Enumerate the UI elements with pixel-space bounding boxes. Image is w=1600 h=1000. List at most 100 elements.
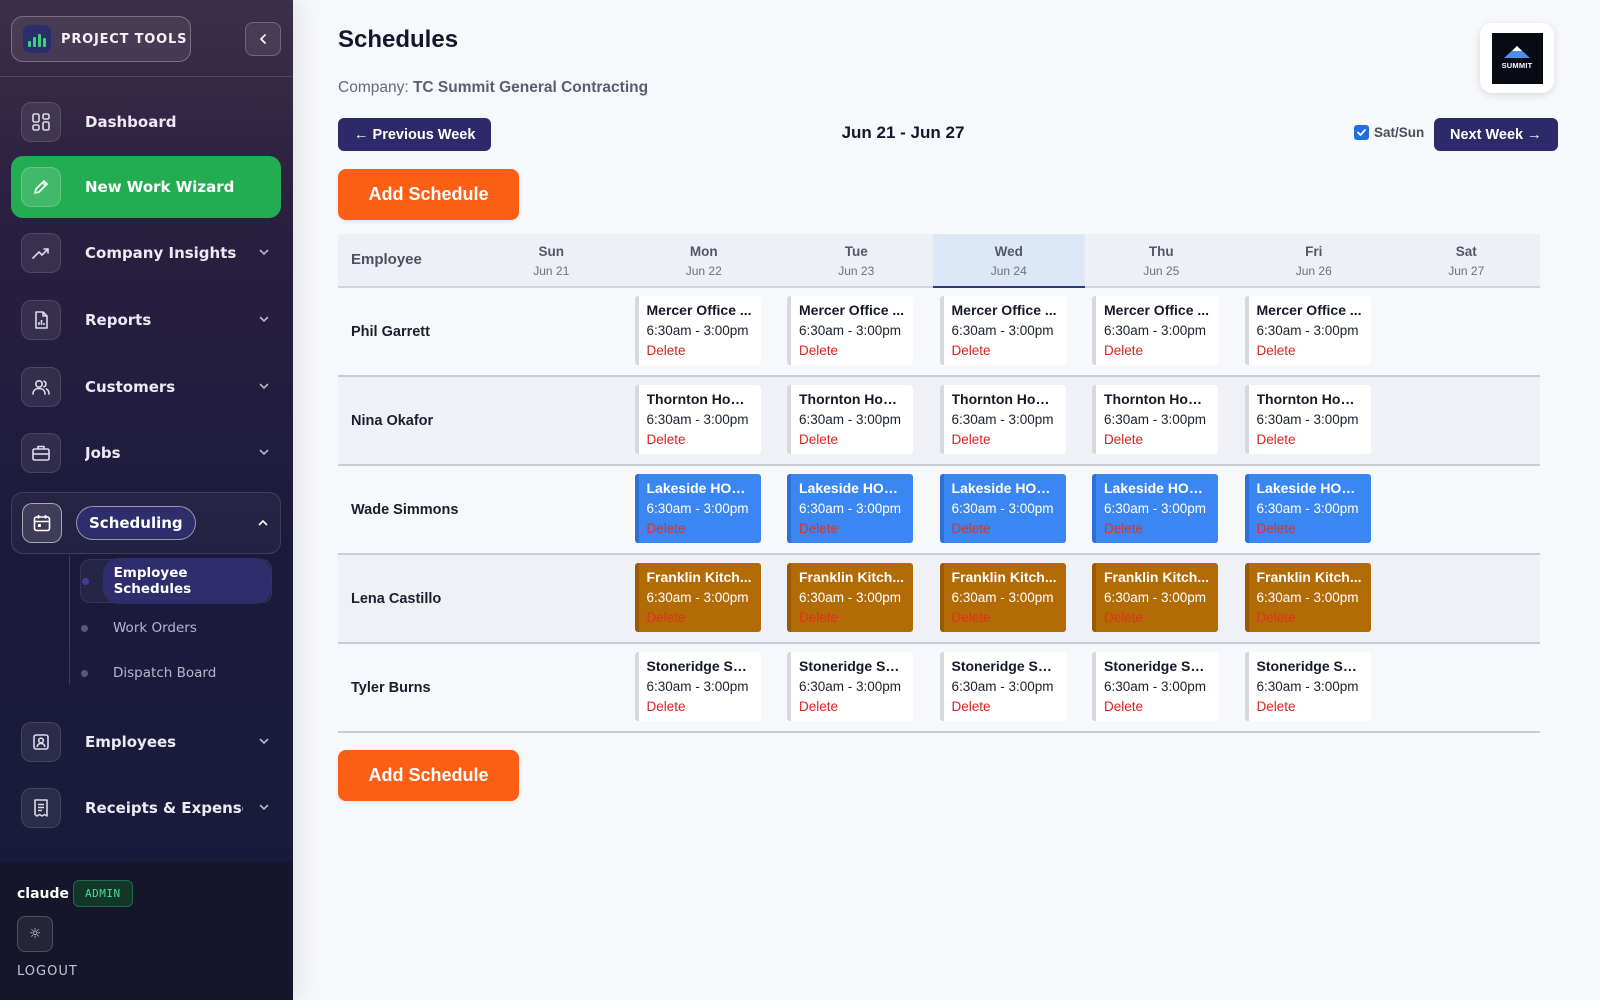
schedule-card[interactable]: Lakeside HOA ... 6:30am - 3:00pm Delete bbox=[634, 474, 761, 543]
schedule-time: 6:30am - 3:00pm bbox=[1104, 501, 1207, 516]
satsun-checkbox[interactable] bbox=[1354, 125, 1369, 140]
schedule-time: 6:30am - 3:00pm bbox=[1256, 590, 1359, 605]
previous-week-button[interactable]: ← Previous Week bbox=[338, 118, 492, 151]
schedule-card[interactable]: Thornton Hom... 6:30am - 3:00pm Delete bbox=[787, 385, 913, 454]
schedule-card[interactable]: Mercer Office ... 6:30am - 3:00pm Delete bbox=[787, 296, 913, 365]
delete-schedule-link[interactable]: Delete bbox=[647, 343, 686, 358]
sidebar-item-label: Customers bbox=[85, 378, 176, 396]
sidebar-subitem-work-orders[interactable]: Work Orders bbox=[80, 606, 272, 650]
add-schedule-button-top[interactable]: Add Schedule bbox=[338, 169, 519, 220]
delete-schedule-link[interactable]: Delete bbox=[952, 343, 991, 358]
sidebar-item-jobs[interactable]: Jobs bbox=[11, 422, 281, 484]
delete-schedule-link[interactable]: Delete bbox=[1104, 699, 1143, 714]
delete-schedule-link[interactable]: Delete bbox=[799, 432, 838, 447]
schedule-card[interactable]: Franklin Kitch... 6:30am - 3:00pm Delete bbox=[634, 563, 761, 632]
delete-schedule-link[interactable]: Delete bbox=[647, 610, 686, 625]
satsun-label: Sat/Sun bbox=[1374, 125, 1425, 140]
schedule-time: 6:30am - 3:00pm bbox=[799, 679, 902, 694]
schedule-job-title: Franklin Kitch... bbox=[1256, 569, 1362, 585]
logout-link[interactable]: LOGOUT bbox=[17, 964, 78, 979]
delete-schedule-link[interactable]: Delete bbox=[1257, 343, 1296, 358]
delete-schedule-link[interactable]: Delete bbox=[1104, 432, 1143, 447]
receipt-icon bbox=[21, 788, 61, 828]
sidebar-item-new-work-wizard[interactable]: New Work Wizard bbox=[11, 156, 281, 218]
dashboard-grid-icon bbox=[21, 102, 61, 142]
schedule-card[interactable]: Mercer Office ... 6:30am - 3:00pm Delete bbox=[939, 296, 1066, 365]
brand-button[interactable]: PROJECT TOOLS bbox=[11, 16, 191, 62]
schedule-card[interactable]: Stoneridge Sp... 6:30am - 3:00pm Delete bbox=[1092, 652, 1218, 721]
delete-schedule-link[interactable]: Delete bbox=[1104, 521, 1143, 536]
sidebar-item-scheduling[interactable]: Scheduling bbox=[11, 492, 281, 554]
schedule-time: 6:30am - 3:00pm bbox=[646, 590, 749, 605]
sidebar-item-company-insights[interactable]: Company Insights bbox=[11, 222, 281, 284]
schedule-card[interactable]: Franklin Kitch... 6:30am - 3:00pm Delete bbox=[1092, 563, 1218, 632]
delete-schedule-link[interactable]: Delete bbox=[952, 610, 991, 625]
sidebar-subitem-employee-schedules[interactable]: Employee Schedules bbox=[80, 558, 272, 604]
schedule-card[interactable]: Mercer Office ... 6:30am - 3:00pm Delete bbox=[1244, 296, 1371, 365]
sidebar-item-label: New Work Wizard bbox=[85, 178, 235, 196]
delete-schedule-link[interactable]: Delete bbox=[1257, 432, 1296, 447]
sidebar-subitem-dispatch-board[interactable]: Dispatch Board bbox=[80, 651, 272, 695]
day-name: Mon bbox=[689, 244, 718, 259]
user-name: claude bbox=[17, 885, 70, 902]
schedule-time: 6:30am - 3:00pm bbox=[646, 323, 749, 338]
delete-schedule-link[interactable]: Delete bbox=[647, 521, 686, 536]
schedule-card[interactable]: Stoneridge Sp... 6:30am - 3:00pm Delete bbox=[787, 652, 913, 721]
schedule-time: 6:30am - 3:00pm bbox=[1256, 679, 1359, 694]
schedule-card[interactable]: Lakeside HOA ... 6:30am - 3:00pm Delete bbox=[1244, 474, 1371, 543]
chevron-down-icon bbox=[259, 383, 269, 390]
sidebar-item-receipts-expenses[interactable]: Receipts & Expenses bbox=[11, 777, 281, 839]
schedule-card[interactable]: Stoneridge Sp... 6:30am - 3:00pm Delete bbox=[939, 652, 1066, 721]
sidebar-item-label: Jobs bbox=[85, 444, 121, 462]
delete-schedule-link[interactable]: Delete bbox=[952, 699, 991, 714]
schedule-time: 6:30am - 3:00pm bbox=[799, 323, 902, 338]
delete-schedule-link[interactable]: Delete bbox=[799, 521, 838, 536]
delete-schedule-link[interactable]: Delete bbox=[1104, 343, 1143, 358]
employee-name: Tyler Burns bbox=[351, 680, 431, 696]
schedule-job-title: Thornton Hom... bbox=[1104, 391, 1210, 407]
schedule-card[interactable]: Lakeside HOA ... 6:30am - 3:00pm Delete bbox=[787, 474, 913, 543]
sidebar-item-dashboard[interactable]: Dashboard bbox=[11, 91, 281, 153]
schedule-row: Nina Okafor Thornton Hom... 6:30am - 3:00p… bbox=[338, 377, 1540, 466]
schedule-job-title: Lakeside HOA ... bbox=[951, 480, 1058, 496]
schedule-card[interactable]: Thornton Hom... 6:30am - 3:00pm Delete bbox=[1092, 385, 1218, 454]
next-week-button[interactable]: Next Week → bbox=[1434, 118, 1558, 151]
schedule-card[interactable]: Lakeside HOA ... 6:30am - 3:00pm Delete bbox=[1092, 474, 1218, 543]
sidebar-subitem-label: Dispatch Board bbox=[113, 665, 217, 681]
collapse-sidebar-button[interactable] bbox=[245, 22, 281, 56]
schedule-card[interactable]: Thornton Hom... 6:30am - 3:00pm Delete bbox=[634, 385, 761, 454]
delete-schedule-link[interactable]: Delete bbox=[647, 699, 686, 714]
delete-schedule-link[interactable]: Delete bbox=[1104, 610, 1143, 625]
theme-toggle-button[interactable]: ☼ bbox=[17, 916, 53, 952]
delete-schedule-link[interactable]: Delete bbox=[952, 432, 991, 447]
delete-schedule-link[interactable]: Delete bbox=[799, 343, 838, 358]
delete-schedule-link[interactable]: Delete bbox=[1257, 610, 1296, 625]
schedule-card[interactable]: Mercer Office ... 6:30am - 3:00pm Delete bbox=[1092, 296, 1218, 365]
schedule-card[interactable]: Stoneridge Sp... 6:30am - 3:00pm Delete bbox=[1244, 652, 1371, 721]
schedule-card[interactable]: Thornton Hom... 6:30am - 3:00pm Delete bbox=[939, 385, 1066, 454]
delete-schedule-link[interactable]: Delete bbox=[799, 699, 838, 714]
schedule-card[interactable]: Thornton Hom... 6:30am - 3:00pm Delete bbox=[1244, 385, 1371, 454]
brand-row: PROJECT TOOLS bbox=[11, 16, 281, 62]
day-date: Jun 24 bbox=[990, 264, 1027, 278]
schedule-card[interactable]: Mercer Office ... 6:30am - 3:00pm Delete bbox=[634, 296, 761, 365]
schedule-card[interactable]: Franklin Kitch... 6:30am - 3:00pm Delete bbox=[1244, 563, 1371, 632]
add-schedule-button-bottom[interactable]: Add Schedule bbox=[338, 750, 519, 801]
schedule-time: 6:30am - 3:00pm bbox=[951, 501, 1054, 516]
delete-schedule-link[interactable]: Delete bbox=[799, 610, 838, 625]
sidebar-item-employees[interactable]: Employees bbox=[11, 711, 281, 773]
schedule-card[interactable]: Stoneridge Sp... 6:30am - 3:00pm Delete bbox=[634, 652, 761, 721]
delete-schedule-link[interactable]: Delete bbox=[1257, 699, 1296, 714]
satsun-toggle[interactable]: Sat/Sun bbox=[1354, 125, 1424, 140]
briefcase-icon bbox=[21, 433, 61, 473]
report-file-icon bbox=[21, 300, 61, 340]
sidebar-item-customers[interactable]: Customers bbox=[11, 356, 281, 418]
sidebar-item-reports[interactable]: Reports bbox=[11, 289, 281, 351]
schedule-card[interactable]: Franklin Kitch... 6:30am - 3:00pm Delete bbox=[787, 563, 913, 632]
delete-schedule-link[interactable]: Delete bbox=[647, 432, 686, 447]
schedule-card[interactable]: Franklin Kitch... 6:30am - 3:00pm Delete bbox=[939, 563, 1066, 632]
delete-schedule-link[interactable]: Delete bbox=[952, 521, 991, 536]
main-content: Schedules Company: TC Summit General Con… bbox=[293, 0, 1600, 1000]
schedule-card[interactable]: Lakeside HOA ... 6:30am - 3:00pm Delete bbox=[939, 474, 1066, 543]
delete-schedule-link[interactable]: Delete bbox=[1257, 521, 1296, 536]
